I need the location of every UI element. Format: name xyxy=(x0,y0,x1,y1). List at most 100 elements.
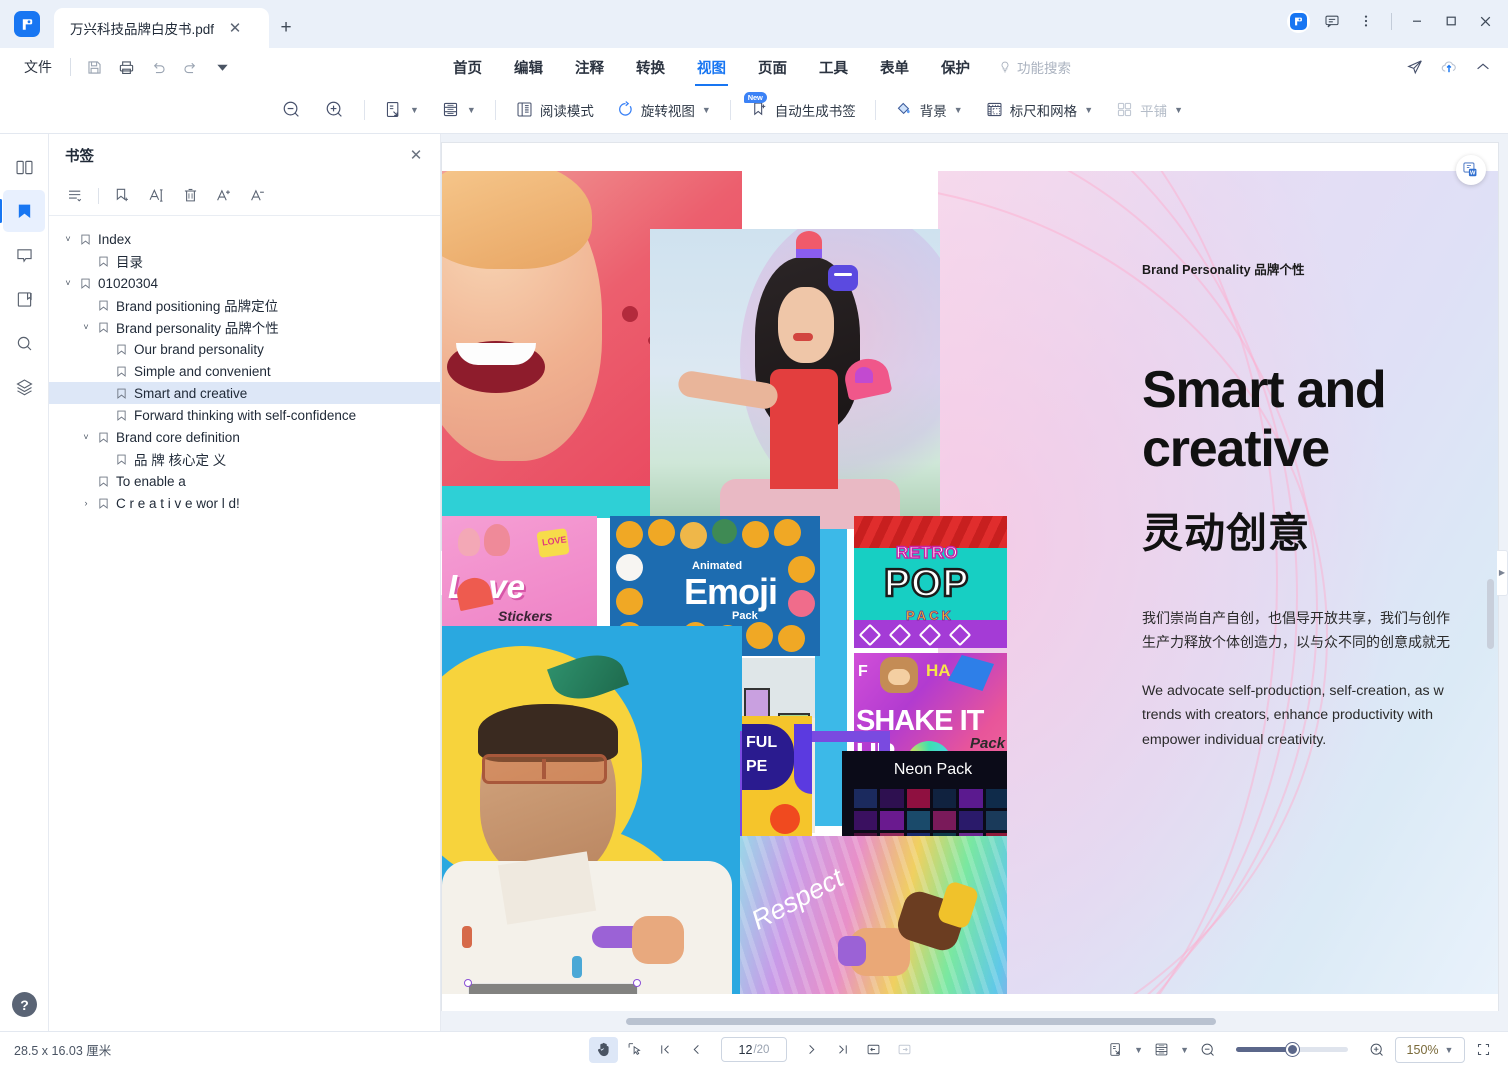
zoom-level-dropdown[interactable]: 150% ▼ xyxy=(1395,1037,1465,1063)
delete-bookmark-icon[interactable] xyxy=(174,181,206,211)
bookmark-item[interactable]: 目录 xyxy=(49,250,440,272)
ruler-grid-dropdown[interactable]: 标尺和网格 ▼ xyxy=(974,93,1104,127)
status-zoom-in-button[interactable] xyxy=(1362,1037,1391,1063)
chevron-down-icon[interactable]: ˅ xyxy=(59,278,77,288)
rename-bookmark-icon[interactable] xyxy=(140,181,172,211)
auto-bookmark-button[interactable]: 自动生成书签 New xyxy=(739,93,867,127)
print-icon[interactable] xyxy=(111,53,141,81)
menu-item-convert[interactable]: 转换 xyxy=(620,49,681,85)
feature-search[interactable]: 功能搜索 xyxy=(986,57,1071,77)
sidebar-item-bookmarks[interactable] xyxy=(3,190,45,232)
sidebar-item-comments[interactable] xyxy=(3,234,45,276)
add-bookmark-icon[interactable] xyxy=(106,181,138,211)
menu-item-form[interactable]: 表单 xyxy=(864,49,925,85)
menu-item-protect[interactable]: 保护 xyxy=(925,49,986,85)
account-logo-icon[interactable] xyxy=(1281,4,1315,38)
save-icon[interactable] xyxy=(79,53,109,81)
zoom-slider[interactable] xyxy=(1236,1047,1348,1052)
more-menu-icon[interactable] xyxy=(1349,4,1383,38)
collapse-ribbon-icon[interactable] xyxy=(1468,52,1498,82)
prev-page-button[interactable] xyxy=(682,1037,711,1063)
sidebar-item-thumbnails[interactable] xyxy=(3,146,45,188)
customize-toolbar-icon[interactable] xyxy=(207,53,237,81)
fullscreen-button[interactable] xyxy=(1469,1037,1498,1063)
bookmark-item[interactable]: Brand positioning 品牌定位 xyxy=(49,294,440,316)
fit-width-button[interactable] xyxy=(890,1037,919,1063)
page-display-mode-dropdown[interactable] xyxy=(1147,1037,1176,1063)
bookmark-item-label: Our brand personality xyxy=(134,342,264,357)
auto-bookmark-label: 自动生成书签 xyxy=(775,100,856,120)
feedback-icon[interactable] xyxy=(1315,4,1349,38)
bookmark-item[interactable]: Simple and convenient xyxy=(49,360,440,382)
page-layout-dropdown[interactable]: ▼ xyxy=(430,93,487,127)
horizontal-scrollbar-thumb[interactable] xyxy=(626,1018,1216,1025)
zoom-in-button[interactable] xyxy=(313,93,356,127)
maximize-button[interactable] xyxy=(1434,4,1468,38)
bookmark-item[interactable]: ˅Brand core definition xyxy=(49,426,440,448)
zoom-slider-handle[interactable] xyxy=(1286,1043,1299,1056)
menu-item-view[interactable]: 视图 xyxy=(681,49,742,85)
horizontal-scrollbar[interactable] xyxy=(441,1011,1508,1031)
bookmark-item[interactable]: Forward thinking with self-confidence xyxy=(49,404,440,426)
pdf-page[interactable]: W Brand Personality 品牌个性 xyxy=(442,143,1498,1011)
chevron-down-icon[interactable]: ▼ xyxy=(1134,1045,1143,1055)
bookmark-item[interactable]: To enable a xyxy=(49,470,440,492)
bookmark-item[interactable]: ˅Brand personality 品牌个性 xyxy=(49,316,440,338)
chevron-down-icon[interactable]: ˅ xyxy=(77,322,95,332)
bookmark-item-label: 品 牌 核心定 义 xyxy=(134,449,226,469)
minimize-button[interactable] xyxy=(1400,4,1434,38)
fit-page-button[interactable] xyxy=(859,1037,888,1063)
next-page-button[interactable] xyxy=(797,1037,826,1063)
cloud-upload-icon[interactable] xyxy=(1434,52,1464,82)
document-tab[interactable]: 万兴科技品牌白皮书.pdf ✕ xyxy=(54,8,269,48)
undo-icon[interactable] xyxy=(143,53,173,81)
vertical-scrollbar-thumb[interactable] xyxy=(1487,579,1494,649)
new-tab-button[interactable]: + xyxy=(269,8,303,48)
convert-to-word-icon[interactable]: W xyxy=(1456,155,1486,185)
collapse-right-panel-handle[interactable]: ▶ xyxy=(1497,550,1508,596)
bookmark-item[interactable]: Smart and creative xyxy=(49,382,440,404)
expand-collapse-icon[interactable] xyxy=(59,181,91,211)
sidebar-item-layers[interactable] xyxy=(3,366,45,408)
bookmark-item[interactable]: Our brand personality xyxy=(49,338,440,360)
redo-icon[interactable] xyxy=(175,53,205,81)
tab-close-icon[interactable]: ✕ xyxy=(224,17,246,39)
page-fit-dropdown[interactable]: ▼ xyxy=(373,93,430,127)
menu-item-edit[interactable]: 编辑 xyxy=(498,49,559,85)
background-dropdown[interactable]: 背景 ▼ xyxy=(884,93,974,127)
tile-dropdown[interactable]: 平铺 ▼ xyxy=(1104,93,1194,127)
bookmark-item[interactable]: ˅01020304 xyxy=(49,272,440,294)
bookmark-item[interactable]: 品 牌 核心定 义 xyxy=(49,448,440,470)
page-fit-mode-dropdown[interactable] xyxy=(1101,1037,1130,1063)
menu-item-page[interactable]: 页面 xyxy=(742,49,803,85)
sidebar-item-search[interactable] xyxy=(3,322,45,364)
chevron-right-icon[interactable]: › xyxy=(77,498,95,508)
last-page-button[interactable] xyxy=(828,1037,857,1063)
page-number-input[interactable]: 12 /20 xyxy=(721,1037,787,1062)
sidebar-item-attachments[interactable] xyxy=(3,278,45,320)
chevron-down-icon[interactable]: ▼ xyxy=(1180,1045,1189,1055)
increase-font-icon[interactable] xyxy=(208,181,240,211)
reading-mode-button[interactable]: 阅读模式 xyxy=(504,93,605,127)
menu-item-home[interactable]: 首页 xyxy=(437,49,498,85)
hand-tool-button[interactable] xyxy=(589,1037,618,1063)
chevron-down-icon[interactable]: ˅ xyxy=(77,432,95,442)
bookmark-item[interactable]: ˅Index xyxy=(49,228,440,250)
help-button[interactable]: ? xyxy=(12,992,37,1017)
bookmark-tree[interactable]: ˅Index目录˅01020304Brand positioning 品牌定位˅… xyxy=(49,216,440,1031)
first-page-button[interactable] xyxy=(651,1037,680,1063)
menu-item-tools[interactable]: 工具 xyxy=(803,49,864,85)
close-button[interactable] xyxy=(1468,4,1502,38)
collapse-left-panel-handle[interactable]: ◀ xyxy=(441,550,442,596)
menu-item-comment[interactable]: 注释 xyxy=(559,49,620,85)
decrease-font-icon[interactable] xyxy=(242,181,274,211)
share-icon[interactable] xyxy=(1400,52,1430,82)
bookmark-item[interactable]: ›C r e a t i v e wor l d! xyxy=(49,492,440,514)
file-menu[interactable]: 文件 xyxy=(14,57,62,77)
select-tool-button[interactable] xyxy=(620,1037,649,1063)
status-zoom-out-button[interactable] xyxy=(1193,1037,1222,1063)
chevron-down-icon[interactable]: ˅ xyxy=(59,234,77,244)
zoom-out-button[interactable] xyxy=(270,93,313,127)
rotate-view-dropdown[interactable]: 旋转视图 ▼ xyxy=(605,93,722,127)
bookmark-panel-close-icon[interactable]: ✕ xyxy=(406,145,426,165)
